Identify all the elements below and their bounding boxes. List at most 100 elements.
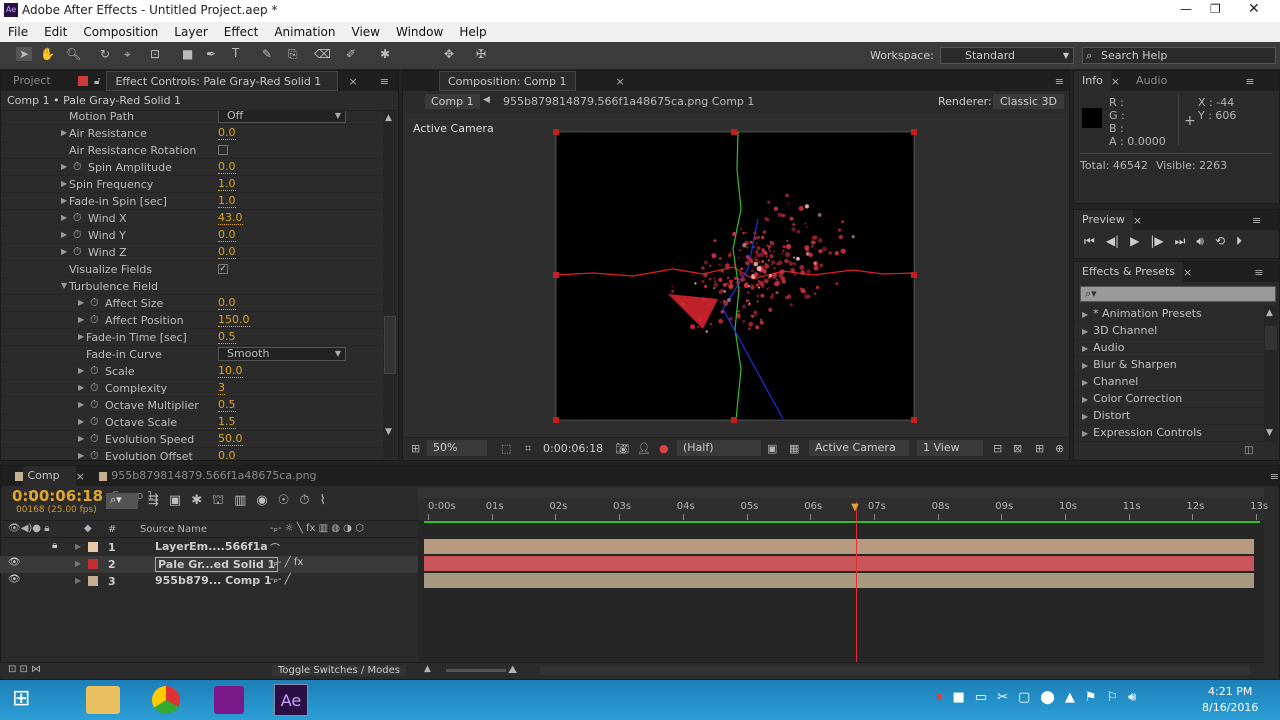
- twirl-arrow-icon[interactable]: ▶: [61, 196, 67, 205]
- lock-icon[interactable]: 🔒︎: [52, 540, 57, 551]
- tray-icon[interactable]: ✂: [997, 690, 1008, 705]
- view-layout-dropdown[interactable]: 1 View: [917, 440, 983, 456]
- zoom-dropdown[interactable]: 50%: [427, 440, 487, 456]
- stopwatch-icon[interactable]: ⏱: [73, 245, 82, 259]
- last-frame-icon[interactable]: ⏭: [1175, 234, 1186, 249]
- twirl-arrow-icon[interactable]: ▶: [61, 179, 67, 188]
- visibility-eye-icon[interactable]: 👁︎: [8, 574, 21, 585]
- effect-property-row[interactable]: ▶ ⏱ Evolution Offset 0.0: [1, 448, 381, 461]
- close-tab-icon[interactable]: ×: [616, 75, 625, 88]
- tab-info[interactable]: Info: [1074, 71, 1111, 91]
- search-help-input[interactable]: ⌕ Search Help: [1082, 47, 1276, 64]
- label-color-swatch[interactable]: [88, 559, 98, 569]
- twirl-arrow-icon[interactable]: ▶: [75, 576, 81, 585]
- always-preview-icon[interactable]: ⊞: [411, 442, 420, 455]
- volume-icon[interactable]: 🔊︎: [1128, 690, 1136, 705]
- expand-panes-icons[interactable]: ⊡ ⊡ ⋈: [8, 664, 41, 675]
- twirl-arrow-icon[interactable]: ▼: [61, 281, 67, 290]
- scroll-down-icon[interactable]: ▼: [385, 427, 392, 437]
- loop-icon[interactable]: ⟲: [1215, 234, 1225, 249]
- tray-icon[interactable]: ▢: [1018, 690, 1030, 705]
- after-effects-taskbar-icon[interactable]: Ae: [274, 684, 308, 716]
- tray-icon[interactable]: ▭: [975, 690, 987, 705]
- twirl-arrow-icon[interactable]: ▶: [75, 559, 81, 568]
- layer-switches[interactable]: -ₚ- ╱: [270, 574, 291, 585]
- layer-row[interactable]: 🔒︎ ▶ 1 LayerEm....566f1a ⌒: [0, 539, 418, 556]
- twirl-arrow-icon[interactable]: ▶: [75, 542, 81, 551]
- layer-switches[interactable]: -ₚ- ╱ fx: [270, 557, 303, 568]
- lock-icon[interactable]: 🔓︎: [94, 76, 100, 87]
- twirl-arrow-icon[interactable]: ▶: [78, 434, 84, 443]
- tab-effect-controls[interactable]: Effect Controls: Pale Gray-Red Solid 1: [106, 71, 339, 91]
- stopwatch-icon[interactable]: ⏱: [90, 313, 99, 327]
- effects-category[interactable]: ▶ Expression Controls: [1074, 425, 1264, 442]
- twirl-arrow-icon[interactable]: ▶: [1082, 429, 1088, 438]
- menu-file[interactable]: File: [0, 25, 36, 39]
- frame-blending-icon[interactable]: ⛫: [212, 493, 224, 510]
- property-value[interactable]: 0.0: [218, 127, 236, 140]
- roto-brush-tool-icon[interactable]: ✐: [346, 47, 356, 61]
- effect-property-row[interactable]: ▶ ⏱ Evolution Speed 50.0: [1, 431, 381, 448]
- tab-composition[interactable]: Composition: Comp 1: [439, 71, 576, 91]
- pan-behind-tool-icon[interactable]: ⊡: [150, 47, 160, 61]
- property-value[interactable]: 0.0: [218, 246, 236, 259]
- property-checkbox[interactable]: [218, 145, 228, 155]
- twirl-arrow-icon[interactable]: ▶: [1082, 310, 1088, 319]
- eraser-tool-icon[interactable]: ⌫: [314, 47, 331, 61]
- twirl-arrow-icon[interactable]: ▶: [78, 332, 84, 341]
- region-icon[interactable]: ⬚: [501, 442, 511, 455]
- effect-property-row[interactable]: ▶ ⏱ Wind X 43.0: [1, 210, 381, 227]
- layer-switches[interactable]: ⌒: [270, 540, 280, 555]
- tab-audio[interactable]: Audio: [1128, 71, 1175, 91]
- effect-property-row[interactable]: Air Resistance Rotation: [1, 142, 381, 159]
- effect-property-row[interactable]: Visualize Fields ✓: [1, 261, 381, 278]
- panel-menu-icon[interactable]: ≡: [1055, 75, 1064, 88]
- effects-category[interactable]: ▶ Channel: [1074, 374, 1264, 391]
- panel-menu-icon[interactable]: ≡: [1245, 75, 1254, 88]
- tab-comp1[interactable]: Comp 1: [23, 466, 76, 502]
- minimize-button[interactable]: —: [1180, 2, 1192, 16]
- graph-editor-icon[interactable]: ⌇: [320, 493, 326, 510]
- effects-scrollbar[interactable]: ▲ ▼: [1264, 306, 1278, 442]
- twirl-arrow-icon[interactable]: ▶: [61, 213, 67, 222]
- layer-duration-bar[interactable]: [424, 573, 1254, 588]
- network-icon[interactable]: ⚑: [1085, 690, 1097, 705]
- brush-tool-icon[interactable]: ✎: [262, 47, 272, 61]
- current-time[interactable]: 0:00:06:18: [543, 442, 603, 455]
- zoom-out-icon[interactable]: ▲: [424, 664, 431, 674]
- property-value[interactable]: 150.0: [218, 314, 250, 327]
- effects-category[interactable]: ▶ Audio: [1074, 340, 1264, 357]
- close-tab-icon[interactable]: ×: [76, 470, 85, 483]
- stopwatch-icon[interactable]: ⏱: [90, 398, 99, 412]
- comp-viewer[interactable]: [553, 129, 917, 423]
- twirl-arrow-icon[interactable]: ▶: [61, 230, 67, 239]
- effect-property-row[interactable]: ▶ ⏱ Wind Y 0.0: [1, 227, 381, 244]
- work-area-bar[interactable]: [418, 488, 1264, 498]
- effects-category[interactable]: ▶ Distort: [1074, 408, 1264, 425]
- menu-help[interactable]: Help: [451, 25, 494, 39]
- selection-tool-icon[interactable]: ➤: [16, 47, 33, 61]
- previous-frame-icon[interactable]: ◀|: [1106, 234, 1119, 249]
- recorder-stop-icon[interactable]: ■: [953, 690, 965, 705]
- effect-property-row[interactable]: ▶ ⏱ Affect Position 150.0: [1, 312, 381, 329]
- property-value[interactable]: 0.5: [218, 331, 236, 344]
- stopwatch-icon[interactable]: ⏱: [73, 211, 82, 225]
- twirl-arrow-icon[interactable]: ▶: [61, 128, 67, 137]
- twirl-arrow-icon[interactable]: ▶: [1082, 395, 1088, 404]
- stopwatch-icon[interactable]: ⏱: [90, 381, 99, 395]
- toggle-pixel-aspect-icon[interactable]: ⊟: [993, 442, 1002, 455]
- stopwatch-icon[interactable]: ⏱: [73, 160, 82, 174]
- rotate-tool-icon[interactable]: ↻: [100, 47, 110, 61]
- effect-property-row[interactable]: ▼ Turbulence Field: [1, 278, 381, 295]
- scroll-thumb[interactable]: [384, 316, 396, 374]
- clone-tool-icon[interactable]: ⎘: [288, 47, 298, 62]
- twirl-arrow-icon[interactable]: ▶: [1082, 327, 1088, 336]
- property-dropdown[interactable]: Smooth: [218, 347, 346, 361]
- puppet-tool-icon[interactable]: ✱: [380, 47, 390, 61]
- effect-property-row[interactable]: ▶ Air Resistance 0.0: [1, 125, 381, 142]
- scroll-thumb[interactable]: [1265, 326, 1277, 350]
- close-tab-icon[interactable]: ×: [1111, 75, 1120, 88]
- twirl-arrow-icon[interactable]: ▶: [78, 383, 84, 392]
- menu-edit[interactable]: Edit: [36, 25, 75, 39]
- zoom-tool-icon[interactable]: 🔍︎: [66, 47, 81, 61]
